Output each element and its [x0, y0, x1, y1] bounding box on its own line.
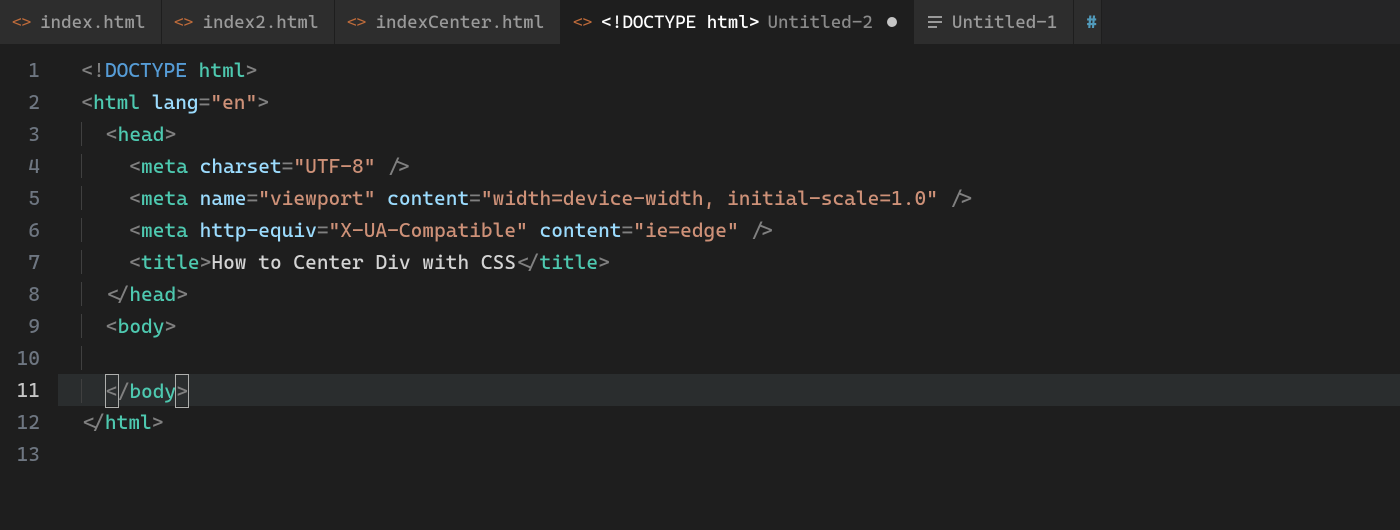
hash-file-icon: #: [1086, 12, 1097, 33]
tab-index-html[interactable]: <> index.html: [0, 0, 162, 44]
tab-label: index.html: [40, 12, 145, 33]
tab-label: index2.html: [202, 12, 318, 33]
svg-text:<>: <>: [573, 12, 592, 31]
code-line: [58, 342, 1400, 374]
line-number: 1: [0, 54, 58, 86]
code-line: <body>: [58, 310, 1400, 342]
tab-untitled-2[interactable]: <> <!DOCTYPE html> Untitled-2: [561, 0, 914, 44]
tab-untitled-1[interactable]: Untitled-1: [914, 0, 1074, 44]
tab-label: Untitled-1: [952, 12, 1057, 33]
svg-text:<>: <>: [347, 12, 366, 31]
code-line: <title>How to Center Div with CSS</title…: [58, 246, 1400, 278]
code-line: <html lang="en">: [58, 86, 1400, 118]
tab-index2-html[interactable]: <> index2.html: [162, 0, 335, 44]
tab-label: indexCenter.html: [375, 12, 544, 33]
html-file-icon: <>: [347, 12, 367, 32]
code-content[interactable]: <!DOCTYPE html> <html lang="en"> <head> …: [58, 44, 1400, 530]
code-line: <meta charset="UTF-8" />: [58, 150, 1400, 182]
tab-indexcenter-html[interactable]: <> indexCenter.html: [335, 0, 561, 44]
line-number: 12: [0, 406, 58, 438]
html-file-icon: <>: [174, 12, 194, 32]
cursor-bracket-right: >: [175, 374, 189, 408]
code-line-current: </body>: [58, 374, 1400, 406]
line-number: 3: [0, 118, 58, 150]
editor-area: 1 2 3 4 5 6 7 8 9 10 11 12 13 <!DOCTYPE …: [0, 44, 1400, 530]
text-file-icon: [926, 13, 944, 31]
code-line: <meta http-equiv="X-UA-Compatible" conte…: [58, 214, 1400, 246]
tab-sublabel: Untitled-2: [767, 12, 872, 33]
svg-text:<>: <>: [12, 12, 31, 31]
line-number: 8: [0, 278, 58, 310]
code-line: [58, 438, 1400, 470]
tab-partial[interactable]: #: [1074, 0, 1102, 44]
line-number: 11: [0, 374, 58, 406]
tab-bar: <> index.html <> index2.html <> indexCen…: [0, 0, 1400, 44]
cursor-bracket-left: <: [105, 374, 119, 408]
html-file-icon: <>: [12, 12, 32, 32]
line-number: 9: [0, 310, 58, 342]
line-number: 4: [0, 150, 58, 182]
line-number: 7: [0, 246, 58, 278]
code-line: <head>: [58, 118, 1400, 150]
line-number-gutter: 1 2 3 4 5 6 7 8 9 10 11 12 13: [0, 44, 58, 530]
line-number: 13: [0, 438, 58, 470]
line-number: 2: [0, 86, 58, 118]
line-number: 5: [0, 182, 58, 214]
tab-label: <!DOCTYPE html>: [601, 12, 759, 33]
code-line: </html>: [58, 406, 1400, 438]
line-number: 6: [0, 214, 58, 246]
html-file-icon: <>: [573, 12, 593, 32]
code-line: <!DOCTYPE html>: [58, 54, 1400, 86]
svg-text:<>: <>: [174, 12, 193, 31]
code-line: </head>: [58, 278, 1400, 310]
modified-indicator-icon: [887, 17, 897, 27]
code-line: <meta name="viewport" content="width=dev…: [58, 182, 1400, 214]
line-number: 10: [0, 342, 58, 374]
